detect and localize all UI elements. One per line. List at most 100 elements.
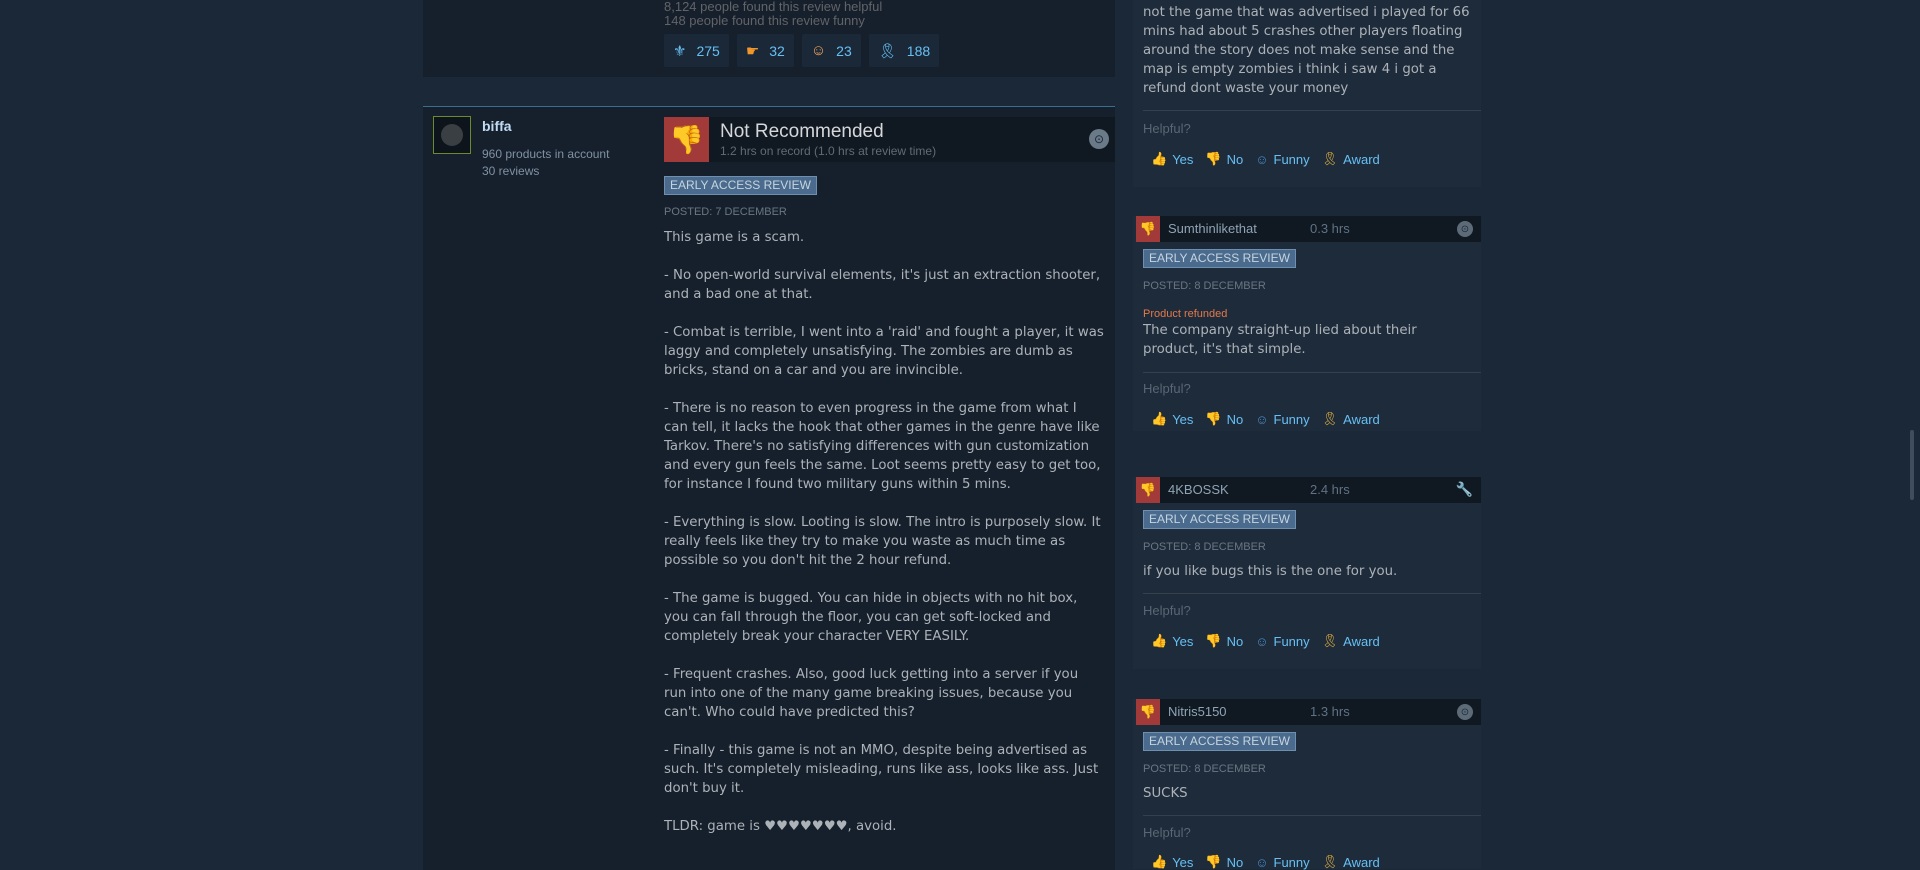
author-products[interactable]: 960 products in account [482,146,609,163]
divider [1143,372,1481,373]
thumbs-down-icon: 👎 [1136,699,1160,725]
divider [1143,110,1481,111]
award-count: 188 [906,42,931,59]
award-count: 275 [696,42,720,59]
no-label: No [1226,411,1244,427]
award-button[interactable]: 🎗 Award [1322,854,1380,870]
yes-button[interactable]: 👍 Yes [1151,151,1193,167]
review-paragraph: - There is no reason to even progress in… [664,401,1101,492]
posted-date: POSTED: 8 DECEMBER [1143,763,1266,775]
award-hand[interactable]: ☛ 32 [736,34,794,67]
yes-button[interactable]: 👍 Yes [1151,633,1193,649]
vote-header: 👎 Not Recommended 1.2 hrs on record (1.0… [664,117,1115,162]
review-paragraph: TLDR: game is ♥♥♥♥♥♥♥, avoid. [664,819,897,834]
vote-buttons: 👍 Yes 👎 No ☺ Funny 🎗 Award [1151,633,1380,649]
reviewer-name[interactable]: Nitris5150 [1168,704,1227,719]
clown-award-icon: ☺ [810,42,827,59]
no-label: No [1226,854,1244,870]
thumbs-down-icon: 👎 [1205,854,1222,869]
divider [1143,815,1481,816]
avatar[interactable] [433,116,471,154]
side-review-header: 👎 4KBOSSK 2.4 hrs 🔧 [1136,477,1481,503]
award-clown[interactable]: ☺ 23 [801,34,861,67]
side-review-top: not the game that was advertised i playe… [1133,0,1481,187]
reviewer-name[interactable]: 4KBOSSK [1168,482,1229,497]
wings-award-icon: ⚜ [673,42,687,60]
funny-label: Funny [1273,411,1310,427]
scrollbar[interactable] [1910,430,1914,500]
no-button[interactable]: 👎 No [1205,151,1243,167]
posted-date: POSTED: 7 DECEMBER [664,206,787,218]
funny-button[interactable]: ☺ Funny [1255,633,1309,649]
smiley-icon: ☺ [1255,633,1269,649]
yes-label: Yes [1172,411,1194,427]
thumbs-up-icon: 👍 [1151,854,1168,869]
no-button[interactable]: 👎 No [1205,854,1243,870]
author-name[interactable]: biffa [482,118,512,134]
award-label: Award [1343,854,1380,870]
smiley-icon: ☺ [1255,854,1269,870]
award-ribbon[interactable]: 🎗 188 [868,34,940,67]
award-count: 32 [769,42,785,59]
side-review-2: EARLY ACCESS REVIEW POSTED: 8 DECEMBER i… [1133,477,1481,669]
yes-button[interactable]: 👍 Yes [1151,854,1193,870]
smiley-icon: ☺ [1255,151,1269,167]
yes-label: Yes [1172,633,1194,649]
main-review-card: biffa 960 products in account 30 reviews… [423,106,1115,870]
thumbs-down-icon: 👎 [1205,411,1222,426]
reviewer-name[interactable]: Sumthinlikethat [1168,221,1257,236]
review-paragraph: - Finally - this game is not an MMO, des… [664,743,1099,796]
thumbs-down-icon: 👎 [1136,477,1160,503]
award-button[interactable]: 🎗 Award [1322,633,1380,649]
helpful-label: Helpful? [1143,121,1191,136]
award-label: Award [1343,633,1380,649]
review-body: This game is a scam. - No open-world sur… [664,228,1104,855]
helpful-label: Helpful? [1143,825,1191,840]
side-review-text: not the game that was advertised i playe… [1143,5,1470,96]
funny-button[interactable]: ☺ Funny [1255,411,1309,427]
posted-date: POSTED: 8 DECEMBER [1143,280,1266,292]
award-button[interactable]: 🎗 Award [1322,411,1380,427]
funny-label: Funny [1273,633,1310,649]
no-button[interactable]: 👎 No [1205,633,1243,649]
helpful-label: Helpful? [1143,381,1191,396]
hand-award-icon: ☛ [745,42,760,60]
award-button[interactable]: 🎗 Award [1322,151,1380,167]
thumbs-up-icon: 👍 [1151,151,1168,166]
review-verdict: Not Recommended [720,121,884,142]
side-review-text: The company straight-up lied about their… [1143,323,1417,357]
ribbon-award-icon: 🎗 [877,42,897,60]
award-icon: 🎗 [1321,633,1339,648]
side-review-header: 👎 Sumthinlikethat 0.3 hrs ⊙ [1136,216,1481,242]
vote-buttons: 👍 Yes 👎 No ☺ Funny 🎗 Award [1151,151,1380,167]
award-wings[interactable]: ⚜ 275 [664,34,729,67]
review-paragraph: - Everything is slow. Looting is slow. T… [664,515,1101,568]
no-button[interactable]: 👎 No [1205,411,1243,427]
helpful-summary: 8,124 people found this review helpful 1… [664,0,882,28]
award-icon: 🎗 [1321,411,1339,426]
author-reviews[interactable]: 30 reviews [482,163,609,180]
posted-date: POSTED: 8 DECEMBER [1143,541,1266,553]
yes-button[interactable]: 👍 Yes [1151,411,1193,427]
side-review-header: 👎 Nitris5150 1.3 hrs ⊙ [1136,699,1481,725]
yes-label: Yes [1172,854,1194,870]
early-access-tag: EARLY ACCESS REVIEW [1143,732,1296,751]
funny-button[interactable]: ☺ Funny [1255,151,1309,167]
review-paragraph: - Combat is terrible, I went into a 'rai… [664,325,1104,378]
helpful-label: Helpful? [1143,603,1191,618]
reviewer-hours: 2.4 hrs [1310,482,1350,497]
funny-button[interactable]: ☺ Funny [1255,854,1309,870]
review-paragraph: - No open-world survival elements, it's … [664,268,1101,302]
yes-label: Yes [1172,151,1194,167]
early-access-tag: EARLY ACCESS REVIEW [1143,510,1296,529]
refunded-label: Product refunded [1143,308,1228,320]
thumbs-down-icon: 👎 [1136,216,1160,242]
side-review-text: if you like bugs this is the one for you… [1143,564,1398,579]
no-label: No [1226,633,1244,649]
award-label: Award [1343,411,1380,427]
helpful-count: 8,124 people found this review helpful [664,0,883,14]
funny-label: Funny [1273,854,1310,870]
side-review-text: SUCKS [1143,786,1188,801]
review-paragraph: - Frequent crashes. Also, good luck gett… [664,667,1079,720]
steam-icon: ⊙ [1457,221,1473,237]
